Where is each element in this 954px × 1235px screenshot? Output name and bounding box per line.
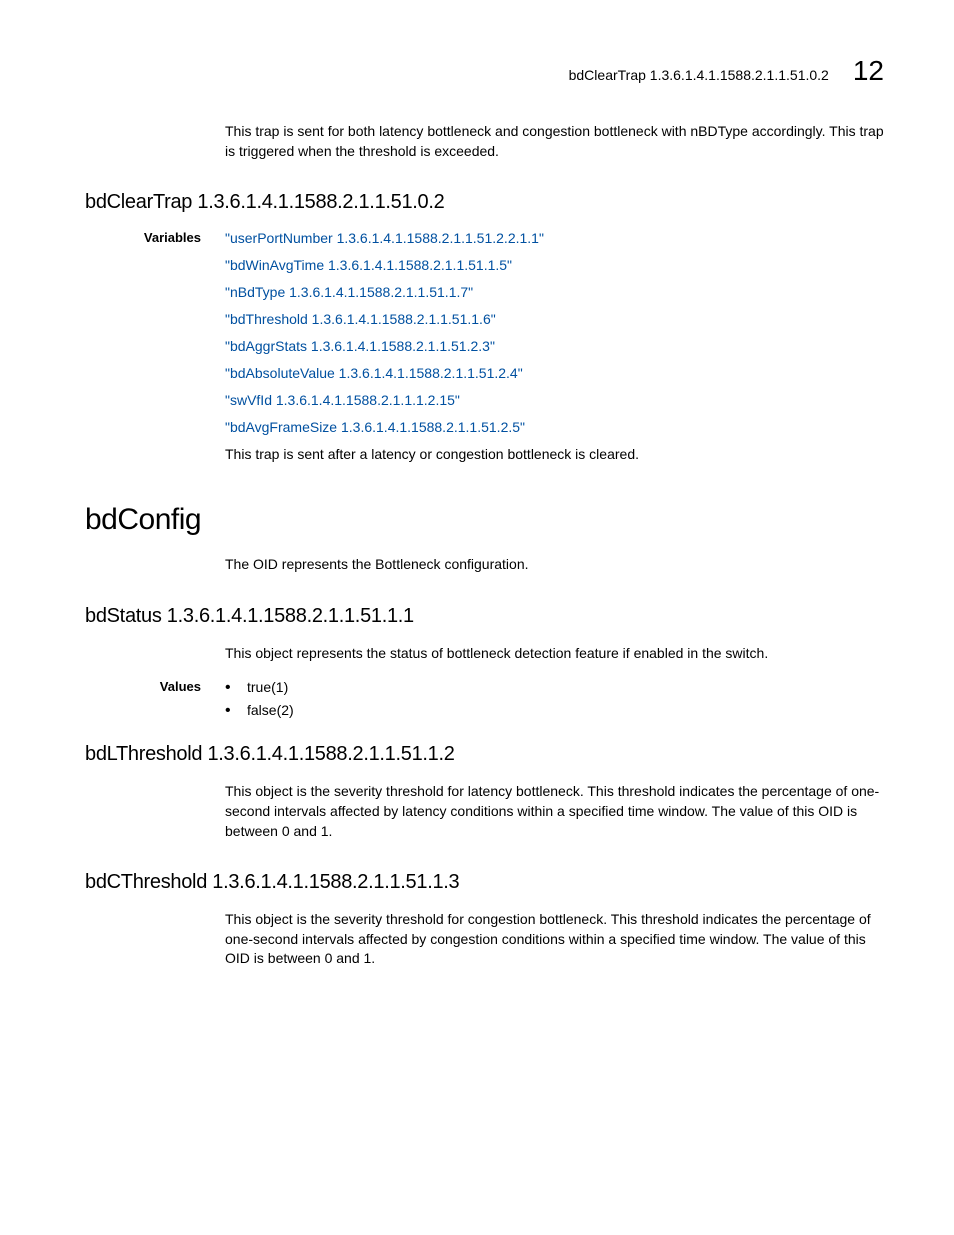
variables-block: Variables "userPortNumber 1.3.6.1.4.1.15… <box>85 230 884 473</box>
variable-link[interactable]: "bdAvgFrameSize 1.3.6.1.4.1.1588.2.1.1.5… <box>225 419 525 435</box>
values-block: Values true(1) false(2) <box>85 679 884 743</box>
variable-link[interactable]: "nBdType 1.3.6.1.4.1.1588.2.1.1.51.1.7" <box>225 284 473 300</box>
bdcthreshold-desc: This object is the severity threshold fo… <box>225 910 884 969</box>
variable-link[interactable]: "bdThreshold 1.3.6.1.4.1.1588.2.1.1.51.1… <box>225 311 496 327</box>
bdstatus-desc: This object represents the status of bot… <box>225 644 884 664</box>
variables-label: Variables <box>85 230 225 473</box>
value-item: true(1) <box>225 679 884 695</box>
variable-link[interactable]: "swVfId 1.3.6.1.4.1.1588.2.1.1.1.2.15" <box>225 392 460 408</box>
variable-link[interactable]: "userPortNumber 1.3.6.1.4.1.1588.2.1.1.5… <box>225 230 544 246</box>
values-body: true(1) false(2) <box>225 679 884 743</box>
value-item: false(2) <box>225 702 884 718</box>
intro-paragraph: This trap is sent for both latency bottl… <box>225 122 884 161</box>
values-list: true(1) false(2) <box>225 679 884 718</box>
bdlthreshold-desc: This object is the severity threshold fo… <box>225 782 884 841</box>
heading-bdconfig: bdConfig <box>85 503 884 537</box>
heading-bdcthreshold: bdCThreshold 1.3.6.1.4.1.1588.2.1.1.51.1… <box>85 871 884 894</box>
page-header: bdClearTrap 1.3.6.1.4.1.1588.2.1.1.51.0.… <box>85 55 884 87</box>
heading-bdcleartrap: bdClearTrap 1.3.6.1.4.1.1588.2.1.1.51.0.… <box>85 191 884 214</box>
variable-link[interactable]: "bdAggrStats 1.3.6.1.4.1.1588.2.1.1.51.2… <box>225 338 495 354</box>
bdconfig-desc: The OID represents the Bottleneck config… <box>225 555 884 575</box>
variable-link[interactable]: "bdWinAvgTime 1.3.6.1.4.1.1588.2.1.1.51.… <box>225 257 512 273</box>
page-container: bdClearTrap 1.3.6.1.4.1.1588.2.1.1.51.0.… <box>0 0 954 1054</box>
heading-bdstatus: bdStatus 1.3.6.1.4.1.1588.2.1.1.51.1.1 <box>85 605 884 628</box>
variables-trailing-text: This trap is sent after a latency or con… <box>225 446 884 462</box>
variables-body: "userPortNumber 1.3.6.1.4.1.1588.2.1.1.5… <box>225 230 884 473</box>
variable-link[interactable]: "bdAbsoluteValue 1.3.6.1.4.1.1588.2.1.1.… <box>225 365 523 381</box>
heading-bdlthreshold: bdLThreshold 1.3.6.1.4.1.1588.2.1.1.51.1… <box>85 743 884 766</box>
page-number: 12 <box>853 55 884 87</box>
header-title: bdClearTrap 1.3.6.1.4.1.1588.2.1.1.51.0.… <box>569 67 829 83</box>
values-label: Values <box>85 679 225 743</box>
